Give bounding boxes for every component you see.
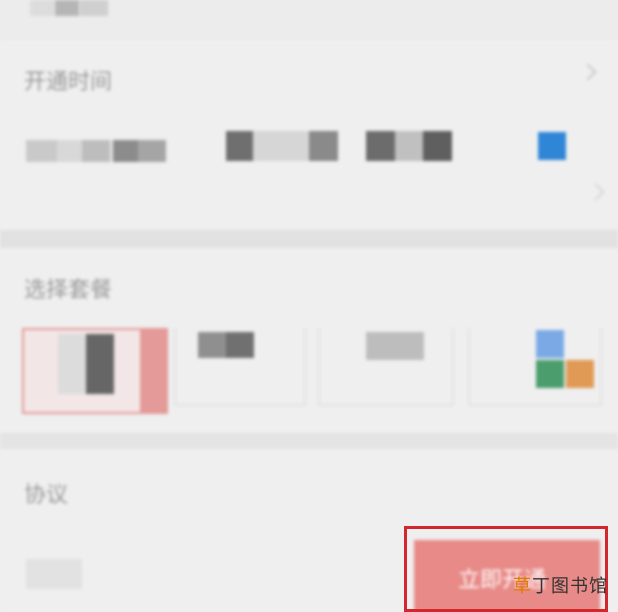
chevron-right-icon-2 xyxy=(587,183,605,201)
watermark-text: 丁图书馆 xyxy=(532,576,608,597)
plan-card-3-icon xyxy=(366,332,424,388)
plan-card-2-icon xyxy=(198,332,254,358)
watermark: 草丁图书馆 xyxy=(513,572,608,598)
top-pixel-1 xyxy=(30,0,54,16)
plan-card-selected-icon xyxy=(58,334,114,394)
top-pixel-3 xyxy=(80,0,108,16)
time-option-text[interactable] xyxy=(26,140,166,162)
section-divider-2 xyxy=(0,433,618,449)
bottom-left-pixel xyxy=(26,559,82,589)
checkbox-checked-icon[interactable] xyxy=(538,132,566,160)
plan-card-selected-corner xyxy=(140,330,166,414)
time-option-1[interactable] xyxy=(226,131,338,161)
time-option-2[interactable] xyxy=(366,131,452,161)
section-divider xyxy=(0,230,618,248)
top-pixel-2 xyxy=(55,0,79,16)
highlight-frame xyxy=(404,526,608,612)
plan-card-2[interactable] xyxy=(174,328,306,406)
plan-card-4[interactable] xyxy=(468,328,602,406)
plan-section-label: 选择套餐 xyxy=(24,278,113,303)
watermark-accent: 草 xyxy=(513,576,532,597)
plan-section: 选择套餐 xyxy=(0,248,618,433)
app-grid-icon xyxy=(536,330,594,388)
agreement-label: 协议 xyxy=(24,483,69,508)
plan-card-3[interactable] xyxy=(318,328,454,406)
time-section: 开通时间 xyxy=(0,40,618,230)
blurred-screen: 开通时间 选择套餐 协议 立即开通 xyxy=(0,0,618,612)
chevron-right-icon[interactable] xyxy=(579,63,597,81)
plan-card-selected[interactable] xyxy=(22,328,168,414)
time-section-label: 开通时间 xyxy=(24,70,113,95)
